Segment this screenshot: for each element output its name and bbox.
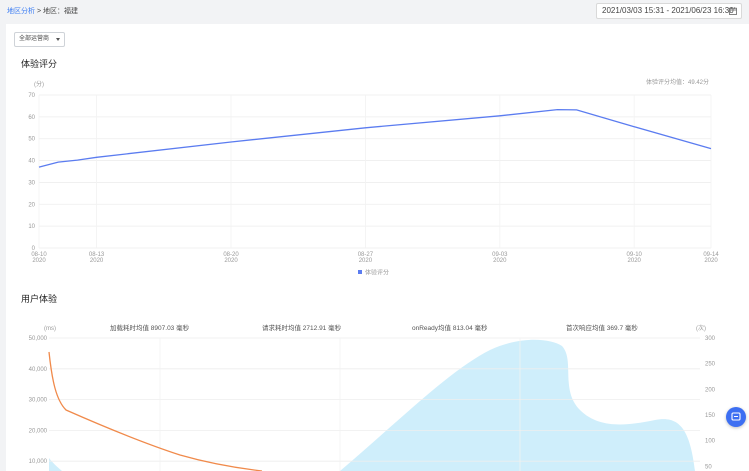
score-y-tick: 40 <box>28 159 35 165</box>
score-x-tick-year: 2020 <box>628 258 642 264</box>
score-y-tick: 50 <box>28 137 35 143</box>
experience-chart: 10,000 20,000 30,000 40,000 50,000 50 100 150 2… <box>29 323 716 471</box>
score-legend-label[interactable]: 体验评分 <box>365 269 389 277</box>
chat-button[interactable] <box>726 407 746 427</box>
score-x-tick-year: 2020 <box>224 258 238 264</box>
experience-left-tick: 10,000 <box>29 459 48 465</box>
experience-right-tick: 50 <box>705 464 712 470</box>
score-x-tick-year: 2020 <box>90 258 104 264</box>
score-chart-x-axis: 08-10202008-13202008-20202008-27202009-0… <box>31 252 719 264</box>
score-y-tick: 70 <box>28 93 35 99</box>
score-y-tick: 30 <box>28 180 35 186</box>
experience-left-tick: 50,000 <box>29 336 48 342</box>
experience-right-tick: 200 <box>705 387 716 393</box>
experience-right-axis: 50 100 150 200 250 300 <box>705 336 716 470</box>
experience-left-axis: 10,000 20,000 30,000 40,000 50,000 <box>29 336 48 465</box>
experience-left-tick: 40,000 <box>29 367 48 373</box>
score-y-unit: (分) <box>34 80 44 88</box>
experience-right-tick: 150 <box>705 413 716 419</box>
score-x-tick-year: 2020 <box>359 258 373 264</box>
experience-right-unit: (次) <box>696 324 706 332</box>
stat-first-response: 首次响应均值 369.7 毫秒 <box>566 323 638 332</box>
experience-left-tick: 20,000 <box>29 428 48 434</box>
score-x-tick-year: 2020 <box>493 258 507 264</box>
chat-icon <box>731 412 741 421</box>
stat-onready: onReady均值 813.04 毫秒 <box>412 323 488 332</box>
stat-request-time: 请求耗时均值 2712.91 毫秒 <box>262 323 342 332</box>
score-legend-marker[interactable] <box>358 270 362 274</box>
score-x-tick-year: 2020 <box>32 258 46 264</box>
score-chart-y-axis: 010203040506070 <box>28 93 35 252</box>
experience-count-area-small <box>49 458 62 471</box>
stat-load-time: 加载耗时均值 8907.03 毫秒 <box>110 323 190 332</box>
experience-right-tick: 300 <box>705 336 716 342</box>
score-average-label: 体验评分均值：49.42分 <box>646 78 709 86</box>
score-y-tick: 20 <box>28 202 35 208</box>
experience-right-tick: 250 <box>705 362 716 368</box>
experience-count-area <box>340 339 695 471</box>
score-x-tick-year: 2020 <box>704 258 718 264</box>
experience-load-line <box>48 351 263 471</box>
score-y-tick: 60 <box>28 115 35 121</box>
charts-canvas: 010203040506070 08-10202008-13202008-202… <box>28 78 719 471</box>
experience-left-tick: 30,000 <box>29 398 48 404</box>
experience-left-unit: (ms) <box>44 326 56 332</box>
score-chart: 010203040506070 08-10202008-13202008-202… <box>28 78 719 277</box>
score-chart-grid <box>38 94 712 249</box>
experience-right-tick: 100 <box>705 439 716 445</box>
score-y-tick: 10 <box>28 224 35 230</box>
